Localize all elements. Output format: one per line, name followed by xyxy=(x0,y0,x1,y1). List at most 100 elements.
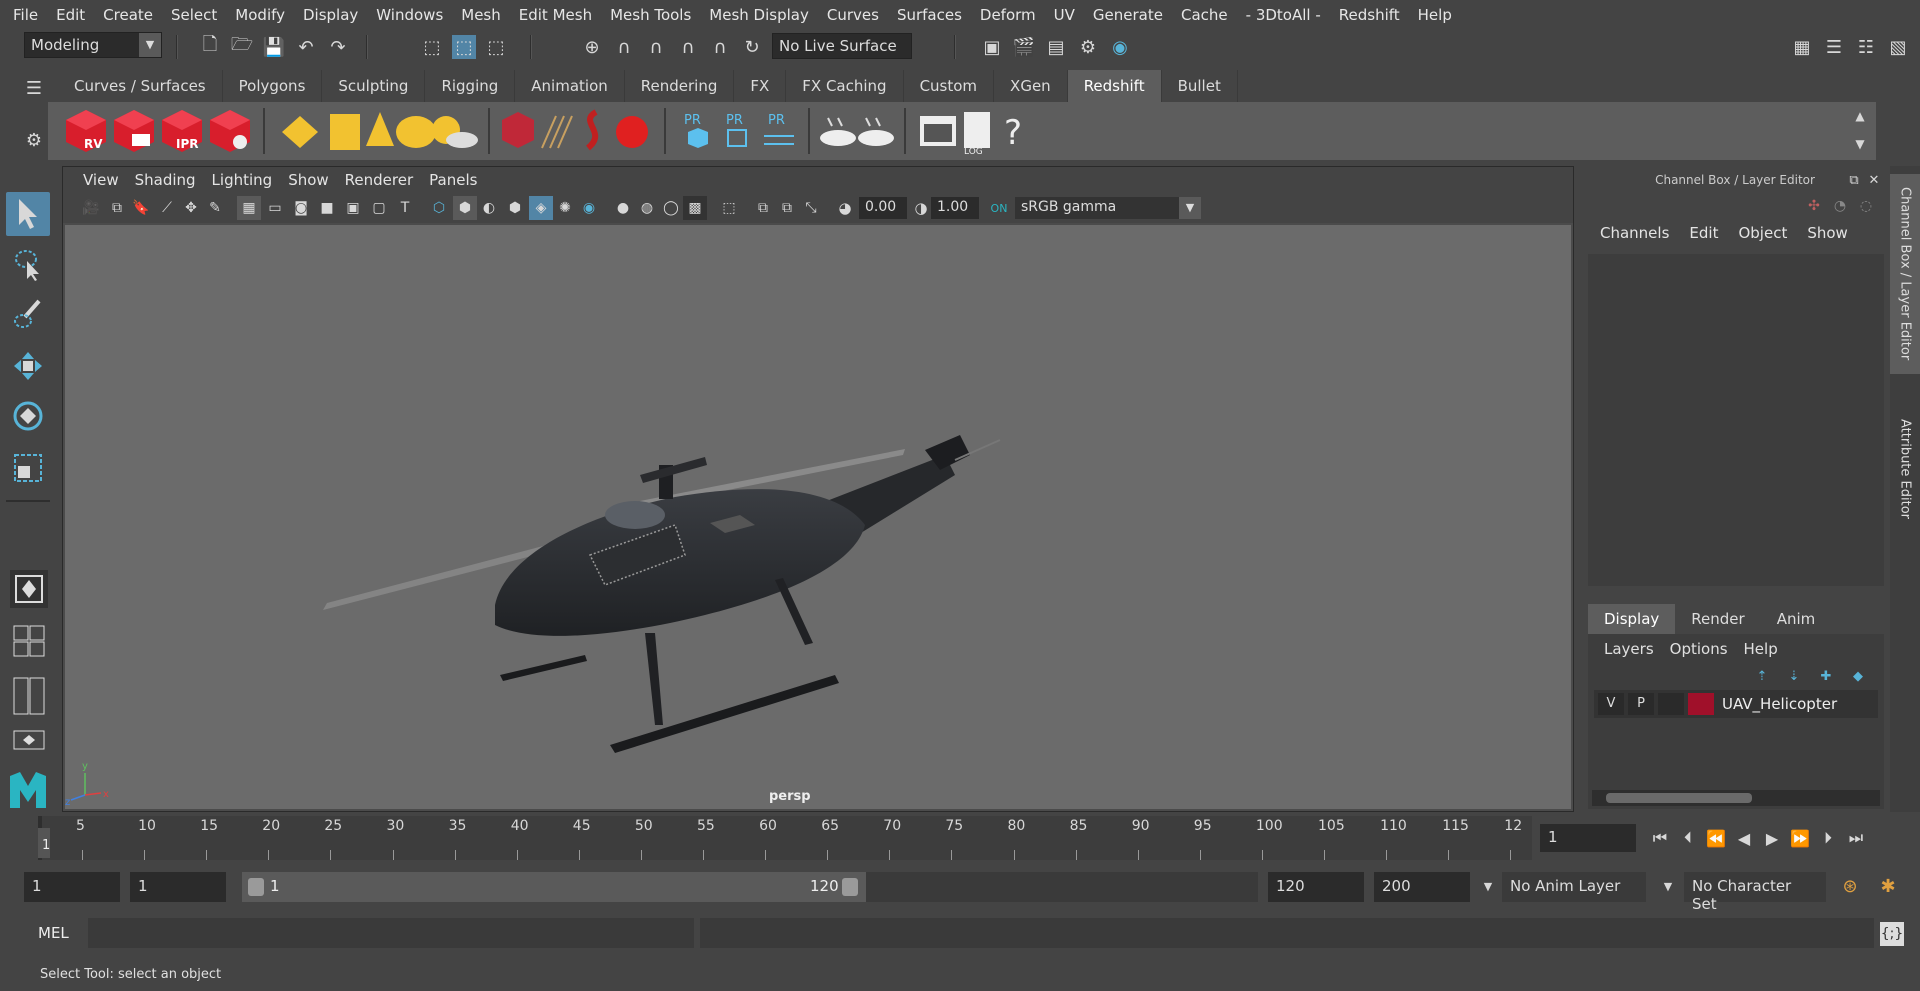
make-live-icon[interactable]: ↻ xyxy=(740,35,764,59)
menu-mesh[interactable]: Mesh xyxy=(452,6,510,24)
menu-windows[interactable]: Windows xyxy=(367,6,452,24)
menu-edit-mesh[interactable]: Edit Mesh xyxy=(510,6,601,24)
shadows-icon[interactable]: ✺ xyxy=(553,196,577,220)
undo-icon[interactable]: ↶ xyxy=(294,35,318,59)
physical-light-icon[interactable] xyxy=(396,116,436,148)
render-current-icon[interactable]: 🎬 xyxy=(1012,35,1036,59)
move-tool-icon[interactable] xyxy=(6,344,50,388)
command-input[interactable] xyxy=(88,918,694,948)
menu-surfaces[interactable]: Surfaces xyxy=(888,6,971,24)
character-set-field[interactable]: No Character Set xyxy=(1684,872,1826,913)
safe-title-icon[interactable]: T xyxy=(393,196,417,220)
shelf-scroll-up-icon[interactable]: ▲ xyxy=(1848,104,1872,128)
bake-settings-icon[interactable] xyxy=(858,117,894,146)
safe-action-icon[interactable]: ▢ xyxy=(367,196,391,220)
snap-point-icon[interactable]: ∩ xyxy=(644,35,668,59)
range-slider[interactable]: 1 120 xyxy=(242,872,866,902)
select-hierarchy-icon[interactable]: ⬚ xyxy=(420,35,444,59)
layer-scrollbar[interactable] xyxy=(1592,790,1880,806)
snap-grid-icon[interactable]: ⊕ xyxy=(580,35,604,59)
le-menu-options[interactable]: Options xyxy=(1662,640,1736,658)
pr-export-icon[interactable]: PR xyxy=(726,113,747,147)
cb-menu-show[interactable]: Show xyxy=(1797,224,1857,242)
close-icon[interactable]: ✕ xyxy=(1862,168,1886,192)
sun-sky-icon[interactable] xyxy=(432,116,478,148)
play-forward-icon[interactable]: ▶ xyxy=(1760,826,1784,850)
shelf-tab-bullet[interactable]: Bullet xyxy=(1161,70,1238,102)
shelf-tab-rigging[interactable]: Rigging xyxy=(425,70,516,102)
2d-pan-zoom-icon[interactable]: ✥ xyxy=(179,196,203,220)
playback-end-field[interactable]: 120 xyxy=(1268,872,1364,902)
color-space-dropdown[interactable]: sRGB gamma ▼ xyxy=(1015,197,1201,219)
frame-all-icon[interactable]: ⧉ xyxy=(751,196,775,220)
outliner-layout-icon[interactable] xyxy=(6,674,50,718)
hypershade-icon[interactable]: ◉ xyxy=(1108,35,1132,59)
save-scene-icon[interactable]: 💾 xyxy=(262,35,286,59)
range-start-handle[interactable] xyxy=(248,878,264,896)
character-set-chevron-icon[interactable]: ▼ xyxy=(1656,874,1680,898)
tool-settings-layout-icon[interactable]: ▧ xyxy=(1886,35,1910,59)
panel-layout-icon[interactable] xyxy=(6,726,50,756)
menu-display[interactable]: Display xyxy=(294,6,367,24)
go-to-start-icon[interactable]: ⏮ xyxy=(1648,826,1672,850)
vp-menu-lighting[interactable]: Lighting xyxy=(204,171,281,189)
grid-icon[interactable]: ▦ xyxy=(237,196,261,220)
anim-layer-chevron-icon[interactable]: ▼ xyxy=(1476,874,1500,898)
auto-key-icon[interactable]: ⊛ xyxy=(1838,874,1862,898)
menu-help[interactable]: Help xyxy=(1409,6,1461,24)
le-menu-layers[interactable]: Layers xyxy=(1596,640,1662,658)
wireframe-on-shaded-icon[interactable]: ◐ xyxy=(477,196,501,220)
ipr-icon[interactable]: IPR xyxy=(162,110,202,152)
shelf-tab-fx-caching[interactable]: FX Caching xyxy=(786,70,904,102)
sphere-object-icon[interactable] xyxy=(616,116,648,148)
scale-tool-icon[interactable] xyxy=(6,446,50,490)
hyper-icon[interactable]: ◌ xyxy=(1854,194,1878,218)
tab-anim[interactable]: Anim xyxy=(1760,604,1832,634)
le-menu-help[interactable]: Help xyxy=(1736,640,1786,658)
channel-list[interactable] xyxy=(1588,254,1884,586)
film-gate-icon[interactable]: ▭ xyxy=(263,196,287,220)
new-layer-selected-icon[interactable]: ◆ xyxy=(1846,664,1870,688)
end-time-field[interactable]: 200 xyxy=(1374,872,1470,902)
command-language-label[interactable]: MEL xyxy=(38,924,69,942)
select-object-icon[interactable]: ⬚ xyxy=(452,35,476,59)
step-forward-key-icon[interactable]: ⏩ xyxy=(1788,826,1812,850)
shelf-tab-xgen[interactable]: XGen xyxy=(994,70,1068,102)
spot-light-icon[interactable] xyxy=(366,112,394,146)
layer-visibility-toggle[interactable]: V xyxy=(1598,693,1624,715)
bookmark-icon[interactable]: 🔖 xyxy=(129,196,153,220)
menu-3dtoall[interactable]: - 3DtoAll - xyxy=(1237,6,1330,24)
move-layer-up-icon[interactable]: ⇡ xyxy=(1750,664,1774,688)
playback-start-field[interactable]: 1 xyxy=(130,872,226,902)
cb-menu-object[interactable]: Object xyxy=(1728,224,1797,242)
backface-icon[interactable]: ◯ xyxy=(659,196,683,220)
step-back-key-icon[interactable]: ⏪ xyxy=(1704,826,1728,850)
cb-menu-channels[interactable]: Channels xyxy=(1590,224,1679,242)
vp-menu-view[interactable]: View xyxy=(75,171,127,189)
exposure-field[interactable]: 0.00 xyxy=(859,197,907,219)
layer-playback-toggle[interactable]: P xyxy=(1628,693,1654,715)
menu-redshift[interactable]: Redshift xyxy=(1330,6,1409,24)
shelf-menu-icon[interactable]: ☰ xyxy=(22,76,46,100)
menu-modify[interactable]: Modify xyxy=(226,6,294,24)
viewport-canvas[interactable]: y x z persp xyxy=(65,225,1571,809)
hair-icon[interactable] xyxy=(541,115,573,149)
image-plane-icon[interactable]: ⟋ xyxy=(155,196,179,220)
step-back-frame-icon[interactable]: ⏴ xyxy=(1676,826,1700,850)
render-view-icon[interactable]: RV xyxy=(66,110,106,152)
lasso-tool-icon[interactable] xyxy=(6,242,50,286)
menu-file[interactable]: File xyxy=(4,6,47,24)
shelf-tab-redshift[interactable]: Redshift xyxy=(1067,70,1162,102)
menu-mesh-tools[interactable]: Mesh Tools xyxy=(601,6,700,24)
menu-create[interactable]: Create xyxy=(94,6,162,24)
step-forward-frame-icon[interactable]: ⏵ xyxy=(1816,826,1840,850)
side-tab-channel-box[interactable]: Channel Box / Layer Editor xyxy=(1890,174,1920,374)
new-scene-icon[interactable]: 🗋 xyxy=(198,34,222,59)
rotate-tool-icon[interactable] xyxy=(6,394,50,438)
shelf-tab-curves-surfaces[interactable]: Curves / Surfaces xyxy=(58,70,223,102)
new-layer-icon[interactable]: ✚ xyxy=(1814,664,1838,688)
menu-select[interactable]: Select xyxy=(162,6,226,24)
workspace-layout-icon[interactable]: ▦ xyxy=(1790,35,1814,59)
frame-selection-icon[interactable]: ⧉ xyxy=(775,196,799,220)
field-chart-icon[interactable]: ▣ xyxy=(341,196,365,220)
